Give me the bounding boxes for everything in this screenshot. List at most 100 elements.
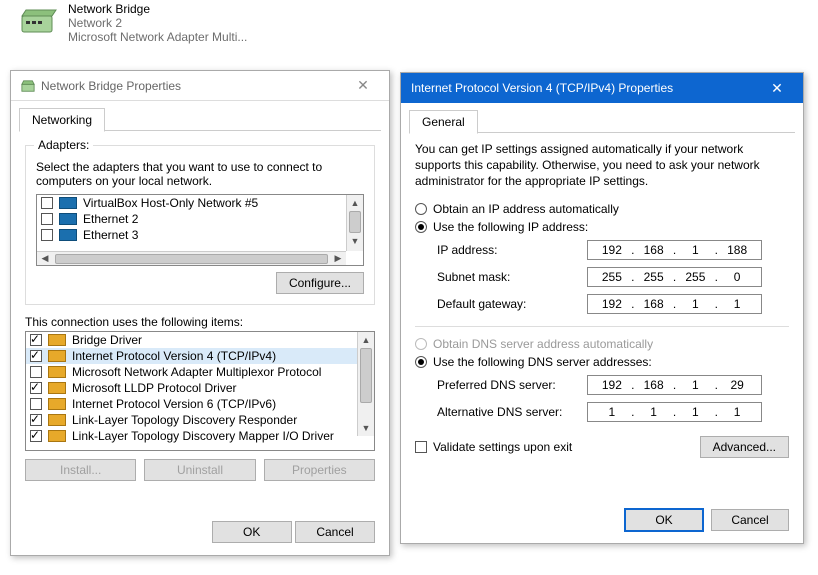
- radio-label: Use the following IP address:: [433, 220, 588, 234]
- protocol-icon: [48, 366, 66, 378]
- titlebar[interactable]: Network Bridge Properties ✕: [11, 71, 389, 101]
- radio-manual-dns[interactable]: Use the following DNS server addresses:: [415, 355, 789, 369]
- scroll-thumb[interactable]: [360, 348, 372, 403]
- horizontal-scrollbar[interactable]: ◀ ▶: [37, 251, 346, 265]
- ip-fields: IP address: 192. 168. 1. 188 Subnet mask…: [437, 240, 789, 314]
- desktop-item-labels: Network Bridge Network 2 Microsoft Netwo…: [68, 2, 247, 44]
- label-gateway: Default gateway:: [437, 297, 587, 311]
- intro-text: You can get IP settings assigned automat…: [415, 141, 789, 190]
- scroll-up-icon[interactable]: ▲: [358, 332, 374, 348]
- subnet-mask-input[interactable]: 255. 255. 255. 0: [587, 267, 762, 287]
- item-label: Microsoft LLDP Protocol Driver: [72, 381, 237, 395]
- vertical-scrollbar[interactable]: ▲ ▼: [357, 332, 374, 436]
- connection-item-row[interactable]: Link-Layer Topology Discovery Mapper I/O…: [26, 428, 357, 444]
- adapters-group: Adapters: Select the adapters that you w…: [25, 145, 375, 305]
- ip-address-input[interactable]: 192. 168. 1. 188: [587, 240, 762, 260]
- scroll-up-icon[interactable]: ▲: [347, 195, 363, 211]
- adapters-hint: Select the adapters that you want to use…: [36, 160, 364, 188]
- scroll-right-icon[interactable]: ▶: [330, 252, 346, 265]
- tab-general[interactable]: General: [409, 110, 478, 134]
- dns-fields: Preferred DNS server: 192. 168. 1. 29 Al…: [437, 375, 789, 422]
- scroll-thumb[interactable]: [349, 211, 361, 233]
- checkbox-icon[interactable]: [30, 430, 42, 442]
- connection-item-row[interactable]: Internet Protocol Version 4 (TCP/IPv4): [26, 348, 357, 364]
- connection-item-row[interactable]: Bridge Driver: [26, 332, 357, 348]
- validate-label: Validate settings upon exit: [433, 440, 572, 454]
- checkbox-icon[interactable]: [41, 229, 53, 241]
- dialog-footer: OK Cancel: [401, 499, 803, 543]
- preferred-dns-input[interactable]: 192. 168. 1. 29: [587, 375, 762, 395]
- adapter-row[interactable]: Ethernet 3: [37, 227, 363, 243]
- desktop-item-title: Network Bridge: [68, 2, 247, 16]
- ok-button[interactable]: OK: [212, 521, 292, 543]
- item-label: Link-Layer Topology Discovery Mapper I/O…: [72, 429, 334, 443]
- label-mask: Subnet mask:: [437, 270, 587, 284]
- radio-manual-ip[interactable]: Use the following IP address:: [415, 220, 789, 234]
- adapters-listbox[interactable]: VirtualBox Host-Only Network #5 Ethernet …: [36, 194, 364, 266]
- radio-label: Obtain an IP address automatically: [433, 202, 619, 216]
- properties-button[interactable]: Properties: [264, 459, 375, 481]
- connection-item-row[interactable]: Link-Layer Topology Discovery Responder: [26, 412, 357, 428]
- network-bridge-icon: [21, 79, 35, 93]
- adapter-row[interactable]: Ethernet 2: [37, 211, 363, 227]
- item-label: Link-Layer Topology Discovery Responder: [72, 413, 297, 427]
- connection-item-row[interactable]: Microsoft LLDP Protocol Driver: [26, 380, 357, 396]
- checkbox-icon[interactable]: [41, 197, 53, 209]
- ok-button[interactable]: OK: [625, 509, 703, 531]
- checkbox-icon[interactable]: [41, 213, 53, 225]
- radio-label: Obtain DNS server address automatically: [433, 337, 653, 351]
- tabstrip: General: [401, 103, 803, 133]
- connection-item-row[interactable]: Microsoft Network Adapter Multiplexor Pr…: [26, 364, 357, 380]
- adapter-label: VirtualBox Host-Only Network #5: [83, 196, 258, 210]
- desktop-item-line2: Network 2: [68, 16, 247, 30]
- checkbox-icon[interactable]: [30, 366, 42, 378]
- adapter-row[interactable]: VirtualBox Host-Only Network #5: [37, 195, 363, 211]
- adapter-label: Ethernet 2: [83, 212, 138, 226]
- radio-icon: [415, 338, 427, 350]
- tabstrip: Networking: [11, 101, 389, 131]
- protocol-icon: [48, 398, 66, 410]
- tab-pane: You can get IP settings assigned automat…: [401, 133, 803, 499]
- titlebar[interactable]: Internet Protocol Version 4 (TCP/IPv4) P…: [401, 73, 803, 103]
- default-gateway-input[interactable]: 192. 168. 1. 1: [587, 294, 762, 314]
- install-button[interactable]: Install...: [25, 459, 136, 481]
- network-adapter-icon: [59, 229, 77, 241]
- checkbox-icon[interactable]: [30, 350, 42, 362]
- item-label: Internet Protocol Version 6 (TCP/IPv6): [72, 397, 276, 411]
- scroll-down-icon[interactable]: ▼: [358, 420, 374, 436]
- checkbox-icon[interactable]: [30, 398, 42, 410]
- tab-networking[interactable]: Networking: [19, 108, 105, 132]
- alternative-dns-input[interactable]: 1. 1. 1. 1: [587, 402, 762, 422]
- scroll-down-icon[interactable]: ▼: [347, 233, 363, 249]
- dialog-title: Internet Protocol Version 4 (TCP/IPv4) P…: [411, 81, 673, 95]
- checkbox-icon[interactable]: [30, 382, 42, 394]
- item-label: Bridge Driver: [72, 333, 142, 347]
- radio-auto-ip[interactable]: Obtain an IP address automatically: [415, 202, 789, 216]
- ipv4-properties-dialog: Internet Protocol Version 4 (TCP/IPv4) P…: [400, 72, 804, 544]
- scroll-left-icon[interactable]: ◀: [37, 252, 53, 265]
- tab-pane: Adapters: Select the adapters that you w…: [11, 131, 389, 511]
- item-label: Internet Protocol Version 4 (TCP/IPv4): [72, 349, 276, 363]
- checkbox-icon[interactable]: [30, 334, 42, 346]
- checkbox-icon[interactable]: [30, 414, 42, 426]
- protocol-icon: [48, 430, 66, 442]
- uninstall-button[interactable]: Uninstall: [144, 459, 255, 481]
- vertical-scrollbar[interactable]: ▲ ▼: [346, 195, 363, 251]
- close-button[interactable]: ✕: [759, 77, 795, 99]
- cancel-button[interactable]: Cancel: [295, 521, 375, 543]
- radio-label: Use the following DNS server addresses:: [433, 355, 652, 369]
- protocol-icon: [48, 334, 66, 346]
- close-button[interactable]: ✕: [345, 75, 381, 97]
- configure-button[interactable]: Configure...: [276, 272, 364, 294]
- advanced-button[interactable]: Advanced...: [700, 436, 789, 458]
- cancel-button[interactable]: Cancel: [711, 509, 789, 531]
- validate-checkbox[interactable]: Validate settings upon exit: [415, 440, 572, 454]
- scroll-thumb[interactable]: [55, 254, 328, 264]
- dialog-title: Network Bridge Properties: [41, 79, 181, 93]
- connection-items-listbox[interactable]: Bridge Driver Internet Protocol Version 4…: [25, 331, 375, 451]
- network-adapter-icon: [59, 213, 77, 225]
- desktop-network-bridge-item[interactable]: Network Bridge Network 2 Microsoft Netwo…: [18, 2, 247, 44]
- checkbox-icon: [415, 441, 427, 453]
- connection-item-row[interactable]: Internet Protocol Version 6 (TCP/IPv6): [26, 396, 357, 412]
- item-label: Microsoft Network Adapter Multiplexor Pr…: [72, 365, 321, 379]
